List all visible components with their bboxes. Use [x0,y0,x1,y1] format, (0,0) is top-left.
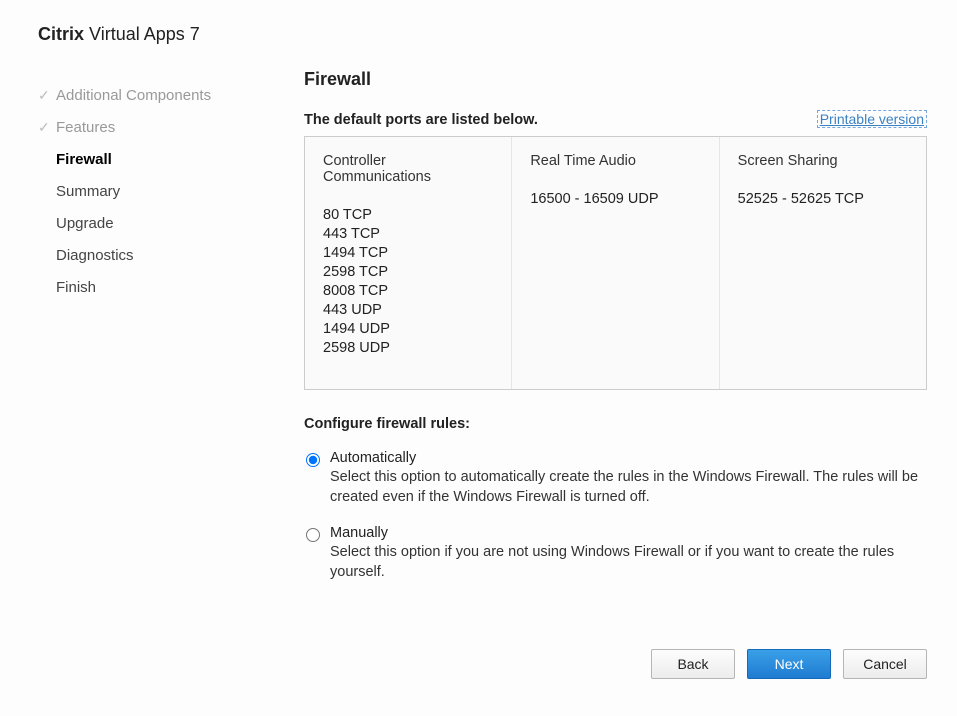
ports-list: 16500 - 16509 UDP [530,191,700,207]
port-entry: 2598 TCP [323,264,493,280]
sidebar-item-additional-components[interactable]: ✓Additional Components [38,83,268,108]
radio-description: Select this option if you are not using … [330,543,927,582]
ports-table: Controller Communications 80 TCP 443 TCP 14… [304,136,927,390]
radio-input[interactable] [306,453,320,467]
radio-input[interactable] [306,528,320,542]
port-entry: 443 TCP [323,226,493,242]
port-entry: 80 TCP [323,207,493,223]
check-icon: ✓ [38,87,56,104]
port-entry: 1494 TCP [323,245,493,261]
radio-title: Automatically [330,450,927,466]
sidebar-item-summary[interactable]: Summary [38,179,268,204]
cancel-button[interactable]: Cancel [843,649,927,679]
ports-list: 52525 - 52625 TCP [738,191,908,207]
sidebar-item-label: Firewall [56,151,112,168]
sidebar-item-label: Features [56,119,115,136]
ports-column-header: Screen Sharing [738,153,908,169]
ports-column-header: Real Time Audio [530,153,700,169]
wizard-buttons: Back Next Cancel [304,629,927,685]
radio-title: Manually [330,525,927,541]
check-icon: ✓ [38,119,56,136]
sidebar-item-features[interactable]: ✓Features [38,115,268,140]
sidebar-item-label: Diagnostics [56,247,134,264]
sidebar-item-finish[interactable]: Finish [38,275,268,300]
printable-version-link[interactable]: Printable version [817,110,927,128]
firewall-mode-option-automatically[interactable]: Automatically Select this option to autom… [306,450,927,507]
port-entry: 443 UDP [323,302,493,318]
firewall-mode-option-manually[interactable]: Manually Select this option if you are no… [306,525,927,582]
port-entry: 16500 - 16509 UDP [530,191,700,207]
sidebar-item-label: Finish [56,279,96,296]
app-title: Citrix Virtual Apps 7 [0,0,957,45]
sidebar-item-label: Additional Components [56,87,211,104]
port-entry: 52525 - 52625 TCP [738,191,908,207]
ports-intro: The default ports are listed below. [304,112,538,128]
page-title: Firewall [304,69,927,90]
ports-column: Controller Communications 80 TCP 443 TCP 14… [305,137,511,389]
brand-strong: Citrix [38,24,84,44]
ports-column: Real Time Audio 16500 - 16509 UDP [511,137,718,389]
port-entry: 8008 TCP [323,283,493,299]
sidebar-item-diagnostics[interactable]: Diagnostics [38,243,268,268]
brand-rest: Virtual Apps 7 [84,24,200,44]
sidebar-item-upgrade[interactable]: Upgrade [38,211,268,236]
ports-column-header: Controller Communications [323,153,493,185]
ports-list: 80 TCP 443 TCP 1494 TCP 2598 TCP 8008 TCP 443… [323,207,493,356]
sidebar-item-label: Upgrade [56,215,114,232]
sidebar-item-label: Summary [56,183,120,200]
next-button[interactable]: Next [747,649,831,679]
sidebar-item-firewall[interactable]: Firewall [38,147,268,172]
firewall-mode-radio-group: Automatically Select this option to autom… [306,450,927,600]
configure-label: Configure firewall rules: [304,416,927,432]
port-entry: 1494 UDP [323,321,493,337]
wizard-sidebar: ✓Additional Components✓FeaturesFirewallS… [38,69,268,685]
back-button[interactable]: Back [651,649,735,679]
radio-description: Select this option to automatically crea… [330,468,927,507]
port-entry: 2598 UDP [323,340,493,356]
ports-column: Screen Sharing 52525 - 52625 TCP [719,137,926,389]
